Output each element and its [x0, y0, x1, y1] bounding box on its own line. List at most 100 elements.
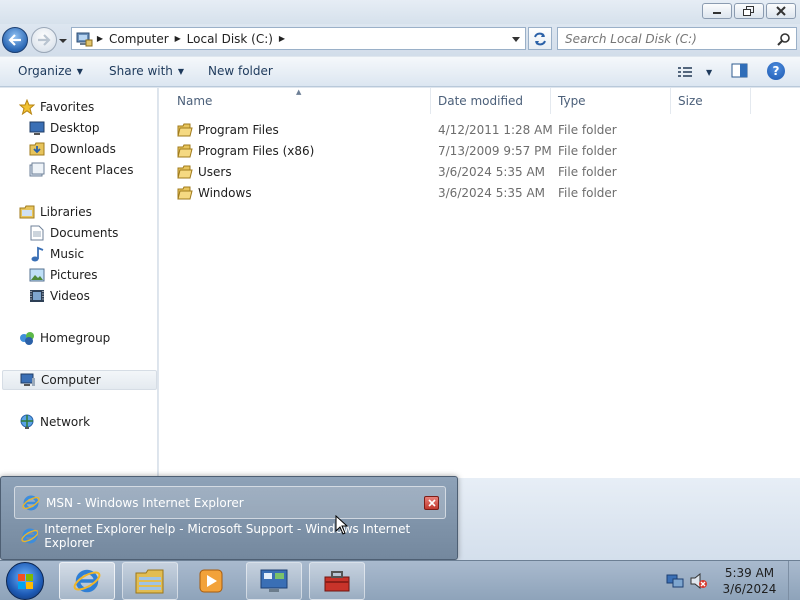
address-dropdown-icon[interactable]: [511, 36, 521, 44]
chevron-down-icon: ▼: [706, 67, 713, 77]
libraries-icon: [19, 204, 35, 220]
minimize-button[interactable]: [702, 3, 732, 19]
breadcrumb-local-disk[interactable]: Local Disk (C:): [185, 32, 275, 46]
internet-explorer-icon: [21, 528, 39, 543]
close-button[interactable]: [766, 3, 796, 19]
start-button[interactable]: [6, 562, 44, 600]
popup-window-ie-help[interactable]: Internet Explorer help - Microsoft Suppo…: [14, 519, 446, 552]
videos-icon: [29, 288, 45, 304]
folder-icon: [177, 186, 193, 200]
organize-menu[interactable]: Organize ▼: [18, 64, 83, 78]
volume-muted-icon[interactable]: [690, 573, 708, 589]
taskbar-windows-explorer[interactable]: [122, 562, 178, 600]
file-type: File folder: [558, 123, 617, 137]
popup-window-title: MSN - Windows Internet Explorer: [46, 495, 244, 510]
column-label: Name: [177, 94, 213, 108]
search-input[interactable]: [558, 28, 768, 49]
taskbar-internet-explorer[interactable]: [59, 562, 115, 600]
details-view-icon: [678, 67, 692, 77]
close-icon: [776, 6, 786, 16]
file-row[interactable]: Program Files (x86) 7/13/2009 9:57 PM Fi…: [177, 141, 777, 161]
column-label: Date modified: [438, 94, 524, 108]
taskbar-toolbox[interactable]: [309, 562, 365, 600]
minimize-icon: [713, 12, 721, 14]
preview-pane-button[interactable]: [731, 63, 749, 79]
file-row[interactable]: Users 3/6/2024 5:35 AM File folder: [177, 162, 777, 182]
nav-recent-places[interactable]: Recent Places: [29, 160, 133, 180]
homegroup-icon: [19, 330, 35, 346]
restore-icon: [743, 6, 754, 16]
new-folder-button[interactable]: New folder: [208, 64, 273, 78]
nav-desktop[interactable]: Desktop: [29, 118, 100, 138]
close-window-button[interactable]: [424, 496, 439, 510]
folder-icon: [177, 165, 193, 179]
toolbox-icon: [324, 571, 350, 592]
taskbar-control-panel[interactable]: [246, 562, 302, 600]
nav-network[interactable]: Network: [19, 412, 90, 432]
nav-favorites[interactable]: Favorites: [19, 97, 94, 117]
file-row[interactable]: Program Files 4/12/2011 1:28 AM File fol…: [177, 120, 777, 140]
refresh-button[interactable]: [528, 27, 552, 50]
forward-button[interactable]: [31, 27, 57, 53]
file-name: Users: [198, 165, 232, 179]
computer-location-icon: [75, 31, 93, 47]
nav-documents[interactable]: Documents: [29, 223, 118, 243]
breadcrumb-separator-icon[interactable]: ▶: [275, 34, 289, 43]
popup-window-msn[interactable]: MSN - Windows Internet Explorer: [14, 486, 446, 519]
nav-downloads[interactable]: Downloads: [29, 139, 116, 159]
file-name: Windows: [198, 186, 252, 200]
column-header-type[interactable]: Type: [551, 88, 671, 114]
nav-label: Music: [50, 247, 85, 261]
nav-label: Pictures: [50, 268, 98, 282]
chevron-down-icon: ▼: [177, 66, 185, 76]
command-bar: Organize ▼ Share with ▼ New folder ▼ ?: [0, 57, 800, 87]
recent-pages-dropdown-icon[interactable]: [58, 36, 68, 46]
taskbar-media-player[interactable]: [185, 562, 237, 600]
change-view-button[interactable]: ▼: [677, 64, 713, 80]
nav-label: Computer: [41, 373, 101, 387]
nav-label: Network: [40, 415, 91, 429]
popup-window-title: Internet Explorer help - Microsoft Suppo…: [44, 521, 411, 550]
help-button[interactable]: ?: [767, 62, 785, 80]
breadcrumb-separator-icon[interactable]: ▶: [93, 34, 107, 43]
taskbar-clock[interactable]: 5:39 AM 3/6/2024: [712, 565, 787, 597]
file-name: Program Files (x86): [198, 144, 315, 158]
downloads-icon: [29, 141, 45, 157]
restore-button[interactable]: [734, 3, 764, 19]
show-desktop-button[interactable]: [788, 561, 800, 600]
file-name: Program Files: [198, 123, 279, 137]
documents-icon: [29, 225, 45, 241]
share-with-label: Share with: [109, 64, 173, 78]
file-date: 3/6/2024 5:35 AM: [438, 165, 546, 179]
nav-label: Favorites: [40, 100, 95, 114]
breadcrumb-separator-icon[interactable]: ▶: [171, 34, 185, 43]
search-box[interactable]: [557, 27, 797, 50]
column-header-date[interactable]: Date modified: [431, 88, 551, 114]
folder-icon: [177, 123, 193, 137]
file-type: File folder: [558, 144, 617, 158]
organize-label: Organize: [18, 64, 72, 78]
nav-pictures[interactable]: Pictures: [29, 265, 98, 285]
file-type: File folder: [558, 165, 617, 179]
nav-computer[interactable]: Computer: [2, 370, 157, 390]
column-label: Type: [558, 94, 586, 108]
address-bar[interactable]: ▶ Computer ▶ Local Disk (C:) ▶: [71, 27, 526, 50]
nav-homegroup[interactable]: Homegroup: [19, 328, 110, 348]
breadcrumb-computer[interactable]: Computer: [107, 32, 171, 46]
network-status-icon[interactable]: [666, 573, 684, 589]
column-header-size[interactable]: Size: [671, 88, 751, 114]
nav-libraries[interactable]: Libraries: [19, 202, 92, 222]
control-panel-icon: [260, 569, 288, 592]
back-button[interactable]: [2, 27, 28, 53]
search-icon[interactable]: [777, 32, 791, 46]
file-type: File folder: [558, 186, 617, 200]
recent-places-icon: [29, 162, 45, 178]
file-row[interactable]: Windows 3/6/2024 5:35 AM File folder: [177, 183, 777, 203]
nav-label: Videos: [50, 289, 90, 303]
nav-videos[interactable]: Videos: [29, 286, 90, 306]
nav-label: Recent Places: [50, 163, 134, 177]
nav-label: Libraries: [40, 205, 92, 219]
share-with-menu[interactable]: Share with ▼: [109, 64, 184, 78]
column-header-name[interactable]: Name: [159, 88, 431, 114]
nav-music[interactable]: Music: [29, 244, 84, 264]
